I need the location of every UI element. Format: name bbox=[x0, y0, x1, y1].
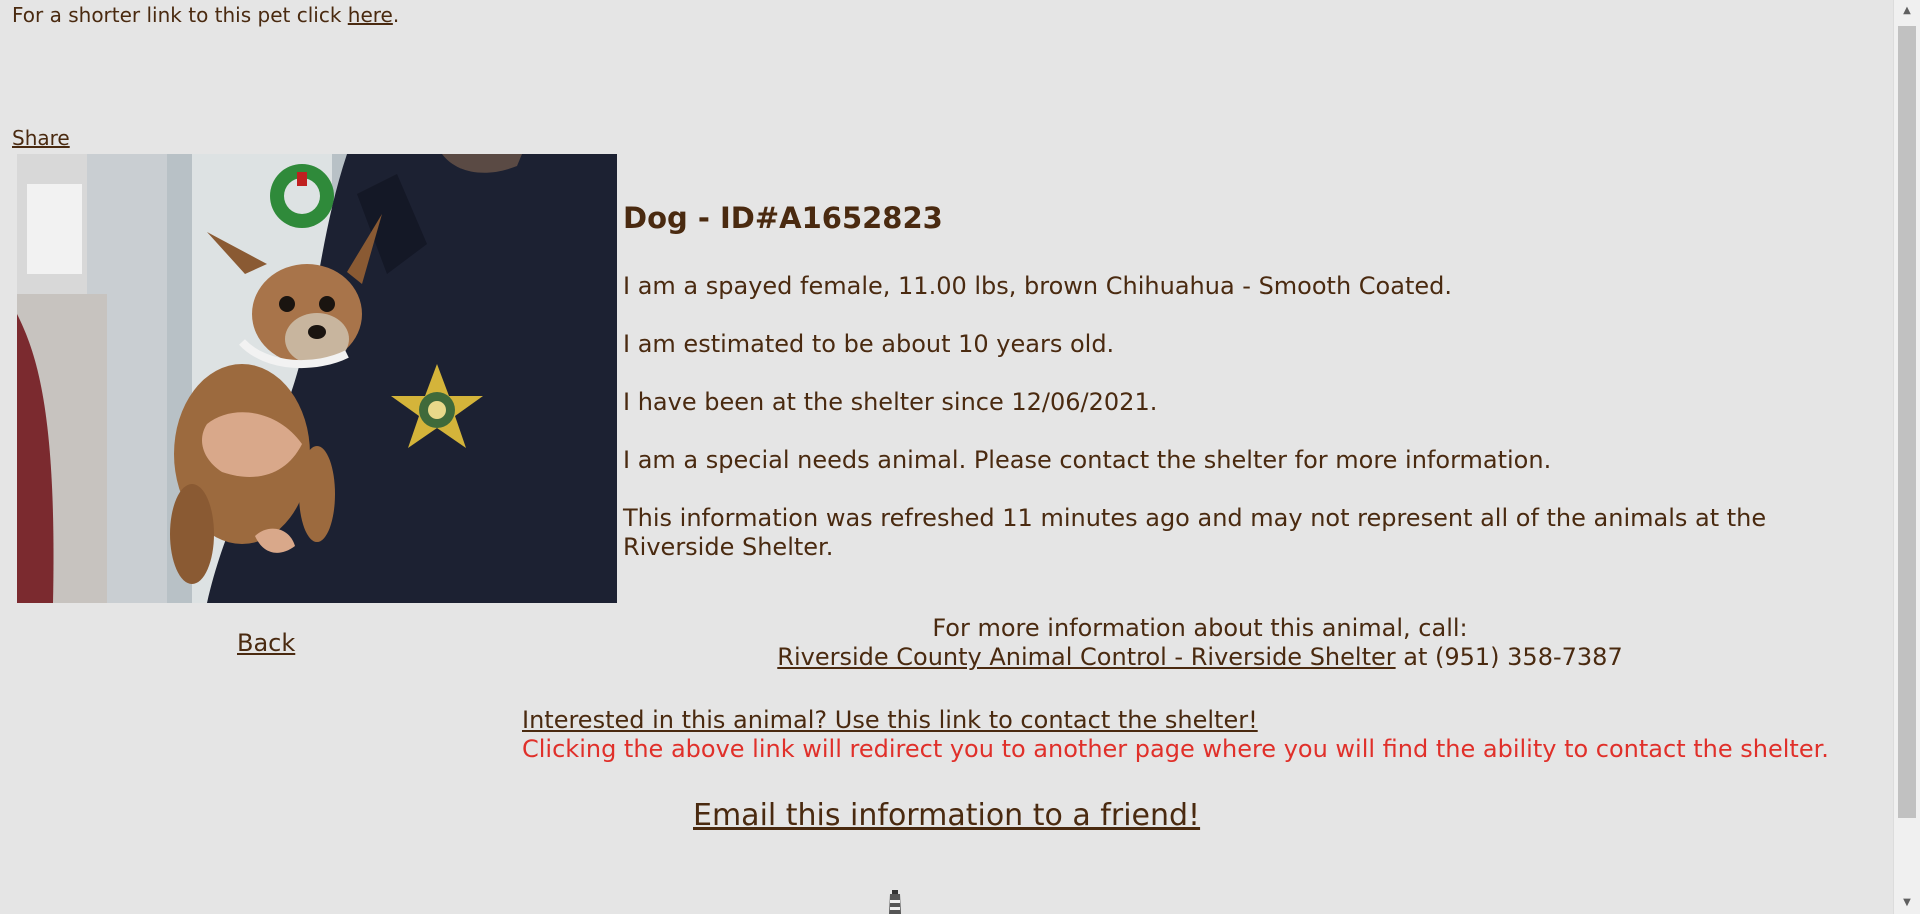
chihuahua-photo-illustration bbox=[17, 154, 617, 603]
vertical-scrollbar[interactable]: ▲ ▼ bbox=[1893, 0, 1920, 914]
call-text: For more information about this animal, … bbox=[932, 614, 1468, 642]
share-link[interactable]: Share bbox=[12, 126, 70, 150]
interested-contact-link[interactable]: Interested in this animal? Use this link… bbox=[522, 706, 1258, 734]
shelter-link[interactable]: Riverside County Animal Control - Rivers… bbox=[777, 643, 1395, 671]
pet-detail-page: For a shorter link to this pet click her… bbox=[0, 0, 1894, 914]
short-link-prefix: For a shorter link to this pet click bbox=[12, 3, 348, 27]
back-link[interactable]: Back bbox=[237, 628, 295, 658]
call-info: For more information about this animal, … bbox=[520, 614, 1880, 672]
shelter-contact-line: Riverside County Animal Control - Rivers… bbox=[520, 643, 1880, 672]
short-link-suffix: . bbox=[392, 3, 400, 27]
animal-intake-date: I have been at the shelter since 12/06/2… bbox=[623, 388, 1158, 416]
scroll-up-icon[interactable]: ▲ bbox=[1894, 0, 1920, 22]
email-friend-link[interactable]: Email this information to a friend! bbox=[693, 797, 1200, 835]
shelter-phone: (951) 358-7387 bbox=[1435, 643, 1623, 671]
pet-photo bbox=[17, 154, 617, 603]
short-link-here[interactable]: here bbox=[348, 3, 393, 27]
animal-title: Dog - ID#A1652823 bbox=[623, 201, 943, 235]
interested-block: Interested in this animal? Use this link… bbox=[522, 706, 1829, 764]
lighthouse-icon bbox=[889, 890, 901, 914]
short-link-line: For a shorter link to this pet click her… bbox=[12, 2, 399, 28]
animal-description: I am a spayed female, 11.00 lbs, brown C… bbox=[623, 272, 1452, 300]
animal-info: Dog - ID#A1652823 I am a spayed female, … bbox=[623, 200, 1863, 591]
animal-special-needs: I am a special needs animal. Please cont… bbox=[623, 446, 1552, 474]
scroll-down-icon[interactable]: ▼ bbox=[1894, 892, 1920, 914]
refresh-notice: This information was refreshed 11 minute… bbox=[623, 504, 1767, 561]
redirect-note: Clicking the above link will redirect yo… bbox=[522, 735, 1829, 763]
scroll-thumb[interactable] bbox=[1898, 26, 1916, 818]
phone-prefix: at bbox=[1395, 643, 1435, 671]
animal-age: I am estimated to be about 10 years old. bbox=[623, 330, 1115, 358]
